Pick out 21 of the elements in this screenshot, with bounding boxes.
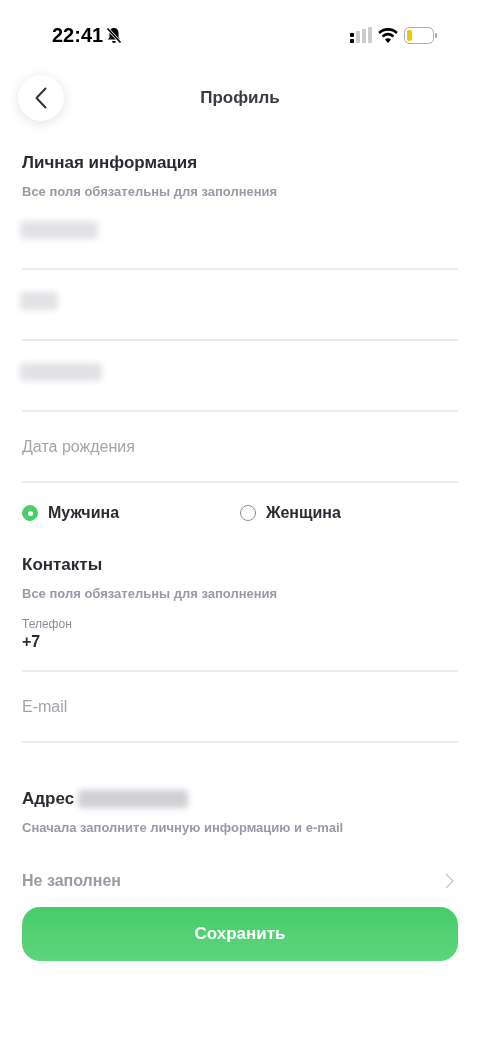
chevron-right-icon: [445, 873, 454, 889]
wifi-icon: [378, 27, 398, 43]
bell-off-icon: [106, 26, 123, 44]
section-hint: Сначала заполните личную информацию и e-mail: [22, 820, 345, 835]
gender-option[interactable]: Мужчина: [22, 504, 240, 522]
section-title: Контакты: [22, 555, 103, 575]
gender-option[interactable]: Женщина: [240, 504, 458, 522]
section-hint: Все поля обязательны для заполнения: [22, 586, 279, 601]
section-title: Адрес: [22, 789, 75, 809]
input-field[interactable]: Дата рождения: [22, 438, 458, 456]
page-title: Профиль: [200, 88, 280, 107]
input-field[interactable]: +7: [22, 633, 458, 651]
back-icon: [35, 87, 47, 109]
input-field[interactable]: E-mail: [22, 698, 458, 716]
status-time: 22:41: [52, 23, 104, 47]
section-title: Личная информация: [22, 153, 198, 173]
back-button[interactable]: [18, 75, 64, 121]
section-hint: Все поля обязательны для заполнения: [22, 184, 279, 199]
field-label: Телефон: [22, 617, 72, 631]
battery-icon: [404, 26, 438, 44]
signal-icon: [350, 27, 372, 43]
